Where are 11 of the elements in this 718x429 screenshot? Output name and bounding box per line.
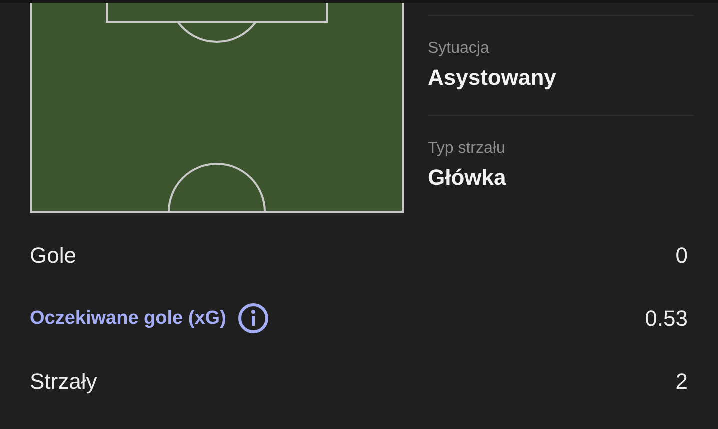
detail-value: Główka bbox=[428, 164, 506, 192]
stat-value: 0.53 bbox=[645, 306, 688, 332]
stat-value: 0 bbox=[676, 242, 688, 268]
stat-value: 2 bbox=[676, 368, 688, 394]
stat-label: Oczekiwane gole (xG) bbox=[30, 308, 226, 330]
detail-label: Sytuacja bbox=[428, 39, 490, 59]
info-icon[interactable] bbox=[238, 303, 270, 334]
detail-label: Typ strzału bbox=[428, 139, 506, 159]
stat-label: Strzały bbox=[30, 368, 98, 394]
detail-value: Asystowany bbox=[428, 64, 556, 92]
stat-label: Gole bbox=[30, 242, 76, 268]
